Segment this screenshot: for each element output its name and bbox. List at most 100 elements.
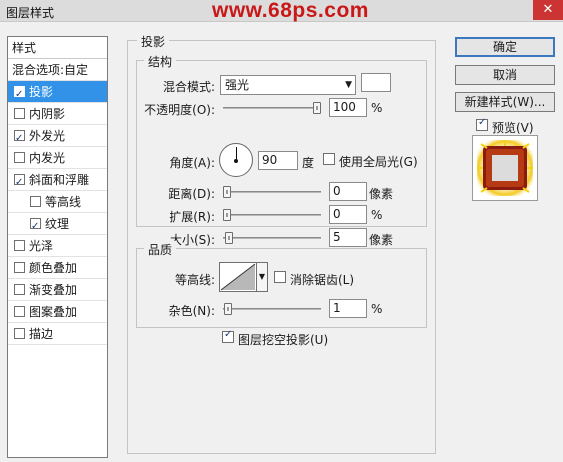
distance-input[interactable]: 0 <box>329 182 367 201</box>
style-label: 内发光 <box>29 151 66 165</box>
style-label: 光泽 <box>29 239 54 253</box>
slider-track <box>223 191 321 193</box>
style-label: 渐变叠加 <box>29 283 78 297</box>
noise-slider[interactable] <box>223 303 321 315</box>
slider-track <box>223 237 321 239</box>
style-checkbox-contour[interactable] <box>30 196 41 207</box>
noise-label: 杂色(N): <box>168 304 215 318</box>
antialias-label: 消除锯齿(L) <box>290 273 355 287</box>
slider-thumb[interactable] <box>223 209 231 221</box>
style-item-contour[interactable]: 等高线 <box>8 191 107 213</box>
angle-label: 角度(A): <box>169 156 215 170</box>
slider-thumb[interactable] <box>313 102 321 114</box>
spread-slider[interactable] <box>223 209 321 221</box>
size-input[interactable]: 5 <box>329 228 367 247</box>
style-list-header[interactable]: 样式 <box>8 37 107 59</box>
blend-options-item[interactable]: 混合选项:自定 <box>8 59 107 81</box>
slider-track <box>223 308 321 310</box>
spread-label: 扩展(R): <box>169 210 215 224</box>
layer-style-dialog: 样式 混合选项:自定 投影 内阴影 外发光 内发光 斜面和浮雕 等高线 纹理 <box>0 22 563 462</box>
style-checkbox-inner-glow[interactable] <box>14 152 25 163</box>
contour-label: 等高线: <box>174 273 215 287</box>
title-bar: 图层样式 www.68ps.com ✕ <box>0 0 563 22</box>
opacity-slider[interactable] <box>223 102 321 114</box>
chevron-down-icon: ▼ <box>345 80 352 90</box>
angle-unit: 度 <box>302 156 315 170</box>
contour-curve-icon <box>220 263 256 291</box>
style-item-texture[interactable]: 纹理 <box>8 213 107 238</box>
size-slider[interactable] <box>223 232 321 244</box>
angle-dial[interactable] <box>219 143 253 177</box>
style-checkbox-inner-shadow[interactable] <box>14 108 25 119</box>
style-item-gradient-overlay[interactable]: 渐变叠加 <box>8 279 107 301</box>
style-checkbox-outer-glow[interactable] <box>14 128 25 150</box>
contour-dropdown-button[interactable]: ▼ <box>257 262 268 292</box>
ok-button[interactable]: 确定 <box>455 37 555 57</box>
angle-input[interactable]: 90 <box>258 151 298 170</box>
window-title: 图层样式 <box>6 6 55 20</box>
opacity-unit: % <box>371 101 383 115</box>
style-item-inner-shadow[interactable]: 内阴影 <box>8 103 107 125</box>
close-button[interactable]: ✕ <box>533 0 563 20</box>
opacity-input[interactable]: 100 <box>329 98 367 117</box>
antialias-checkbox[interactable] <box>274 271 286 283</box>
knockout-label: 图层挖空投影(U) <box>238 333 329 347</box>
slider-thumb[interactable] <box>224 232 233 244</box>
style-label: 斜面和浮雕 <box>29 173 90 187</box>
style-label: 外发光 <box>29 129 66 143</box>
distance-unit: 像素 <box>369 187 394 201</box>
global-light-checkbox[interactable] <box>323 153 335 165</box>
style-checkbox-texture[interactable] <box>30 216 41 238</box>
slider-thumb[interactable] <box>223 303 232 315</box>
style-checkbox-drop-shadow[interactable] <box>14 84 25 106</box>
style-checkbox-gradient-overlay[interactable] <box>14 284 25 295</box>
style-label: 投影 <box>29 85 54 99</box>
slider-track <box>223 107 321 109</box>
new-style-button[interactable]: 新建样式(W)... <box>455 92 555 112</box>
style-label: 颜色叠加 <box>29 261 78 275</box>
style-checkbox-color-overlay[interactable] <box>14 262 25 273</box>
style-list: 样式 混合选项:自定 投影 内阴影 外发光 内发光 斜面和浮雕 等高线 纹理 <box>7 36 108 458</box>
noise-input[interactable]: 1 <box>329 299 367 318</box>
style-item-color-overlay[interactable]: 颜色叠加 <box>8 257 107 279</box>
style-item-drop-shadow[interactable]: 投影 <box>8 81 107 106</box>
style-label: 图案叠加 <box>29 305 78 319</box>
distance-slider[interactable] <box>223 186 321 198</box>
slider-thumb[interactable] <box>223 186 231 198</box>
style-label: 内阴影 <box>29 107 66 121</box>
style-checkbox-satin[interactable] <box>14 240 25 251</box>
shadow-color-swatch[interactable] <box>361 73 391 92</box>
blend-mode-value: 强光 <box>225 78 250 92</box>
contour-preview[interactable] <box>219 262 257 292</box>
slider-track <box>223 214 321 216</box>
style-label: 描边 <box>29 327 54 341</box>
angle-center-dot <box>234 159 238 163</box>
quality-title: 品质 <box>144 241 177 258</box>
spread-unit: % <box>371 208 383 222</box>
knockout-checkbox[interactable] <box>222 329 234 343</box>
style-item-pattern-overlay[interactable]: 图案叠加 <box>8 301 107 323</box>
blend-mode-select[interactable]: 强光 ▼ <box>220 75 356 95</box>
style-item-satin[interactable]: 光泽 <box>8 235 107 257</box>
style-checkbox-bevel-emboss[interactable] <box>14 172 25 194</box>
style-label: 等高线 <box>45 195 82 209</box>
style-item-stroke[interactable]: 描边 <box>8 323 107 345</box>
spread-input[interactable]: 0 <box>329 205 367 224</box>
style-preview-thumbnail <box>472 135 538 201</box>
watermark-text: www.68ps.com <box>212 0 369 22</box>
cancel-button[interactable]: 取消 <box>455 65 555 85</box>
style-checkbox-pattern-overlay[interactable] <box>14 306 25 317</box>
style-checkbox-stroke[interactable] <box>14 328 25 339</box>
chevron-down-icon: ▼ <box>258 272 266 281</box>
noise-unit: % <box>371 302 383 316</box>
preview-checkbox[interactable] <box>476 117 488 131</box>
drop-shadow-title: 投影 <box>137 33 170 50</box>
distance-label: 距离(D): <box>168 187 215 201</box>
blend-mode-label: 混合模式: <box>162 80 215 94</box>
style-item-bevel-emboss[interactable]: 斜面和浮雕 <box>8 169 107 194</box>
structure-title: 结构 <box>144 53 177 70</box>
style-preview-image <box>477 140 533 196</box>
style-item-outer-glow[interactable]: 外发光 <box>8 125 107 150</box>
opacity-label: 不透明度(O): <box>144 103 215 117</box>
style-item-inner-glow[interactable]: 内发光 <box>8 147 107 169</box>
